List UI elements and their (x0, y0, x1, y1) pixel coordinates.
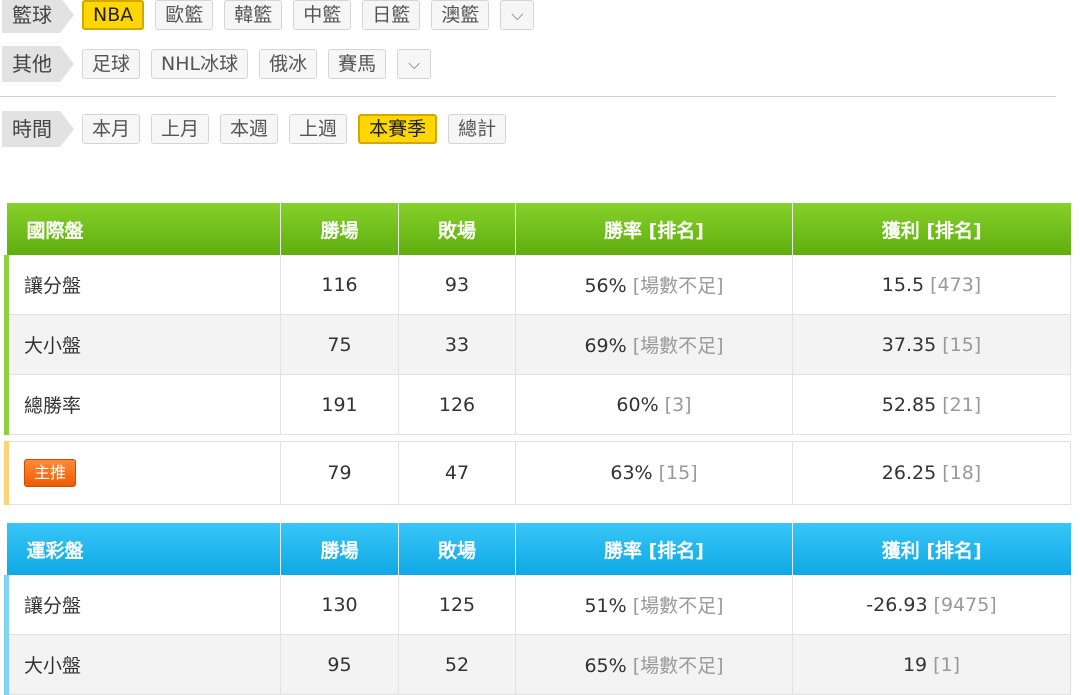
wins-cell: 116 (280, 255, 399, 315)
wins-cell: 95 (280, 634, 399, 695)
chip-total[interactable]: 總計 (448, 114, 507, 144)
win-rate-cell: 60% [3] (515, 374, 793, 435)
win-rate-cell: 51% [場數不足] (515, 575, 793, 635)
basketball-filter-row: 籃球 NBA 歐籃 韓籃 中籃 日籃 澳籃 ⌵ (0, 0, 545, 35)
row-label: 總勝率 (4, 374, 281, 435)
other-filter-row: 其他 足球 NHL冰球 俄冰 賽馬 ⌵ (0, 44, 442, 84)
chip-last-month[interactable]: 上月 (151, 114, 210, 144)
profit-cell: 52.85 [21] (792, 374, 1071, 435)
chip-this-month[interactable]: 本月 (82, 114, 141, 144)
header-win-rate: 勝率 [排名] (515, 203, 793, 255)
profit-cell: 19 [1] (792, 634, 1071, 695)
chip-korea-basketball[interactable]: 韓籃 (224, 0, 283, 30)
win-rate-cell: 69% [場數不足] (515, 314, 793, 375)
header-profit: 獲利 [排名] (792, 523, 1071, 575)
table-row: 讓分盤 130 125 51% [場數不足] -26.93 [9475] (4, 575, 1071, 635)
row-label: 大小盤 (4, 314, 281, 375)
header-wins: 勝場 (280, 203, 399, 255)
table-header: 國際盤 勝場 敗場 勝率 [排名] 獲利 [排名] (6, 203, 1071, 255)
profit-cell: -26.93 [9475] (792, 575, 1071, 635)
table-row: 大小盤 95 52 65% [場數不足] 19 [1] (4, 634, 1071, 695)
chip-last-week[interactable]: 上週 (289, 114, 348, 144)
chip-nba[interactable]: NBA (82, 0, 145, 30)
chip-australia-basketball[interactable]: 澳籃 (431, 0, 490, 30)
chip-nhl[interactable]: NHL冰球 (151, 49, 249, 79)
win-rate-cell: 63% [15] (515, 441, 793, 505)
header-market: 運彩盤 (6, 523, 281, 575)
wins-cell: 130 (280, 575, 399, 635)
category-label-basketball: 籃球 (2, 0, 74, 33)
losses-cell: 93 (398, 255, 516, 315)
row-label: 讓分盤 (4, 575, 281, 635)
header-losses: 敗場 (398, 203, 516, 255)
wins-cell: 79 (280, 441, 399, 505)
table-row: 總勝率 191 126 60% [3] 52.85 [21] (4, 374, 1071, 435)
row-label: 讓分盤 (4, 255, 281, 315)
row-label: 大小盤 (4, 634, 281, 695)
win-rate-cell: 65% [場數不足] (515, 634, 793, 695)
profit-cell: 15.5 [473] (792, 255, 1071, 315)
profit-cell: 37.35 [15] (792, 314, 1071, 375)
chip-soccer[interactable]: 足球 (82, 49, 141, 79)
header-win-rate: 勝率 [排名] (515, 523, 793, 575)
featured-row: 主推 79 47 63% [15] 26.25 [18] (4, 441, 1071, 505)
row-gap (6, 434, 1071, 442)
expand-other-button[interactable]: ⌵ (397, 49, 432, 79)
losses-cell: 125 (398, 575, 516, 635)
chip-this-season[interactable]: 本賽季 (358, 114, 438, 144)
expand-basketball-button[interactable]: ⌵ (500, 0, 535, 30)
chip-euro-basketball[interactable]: 歐籃 (155, 0, 214, 30)
header-market: 國際盤 (6, 203, 281, 255)
chip-china-basketball[interactable]: 中籃 (293, 0, 352, 30)
profit-cell: 26.25 [18] (792, 441, 1071, 505)
header-profit: 獲利 [排名] (792, 203, 1071, 255)
category-label-other: 其他 (2, 46, 74, 82)
losses-cell: 47 (398, 441, 516, 505)
chip-horse-racing[interactable]: 賽馬 (328, 49, 387, 79)
header-wins: 勝場 (280, 523, 399, 575)
time-filter-row: 時間 本月 上月 本週 上週 本賽季 總計 (0, 109, 517, 149)
losses-cell: 33 (398, 314, 516, 375)
chip-khl[interactable]: 俄冰 (259, 49, 318, 79)
category-label-time: 時間 (2, 111, 74, 147)
losses-cell: 52 (398, 634, 516, 695)
international-stats-table: 國際盤 勝場 敗場 勝率 [排名] 獲利 [排名] 讓分盤 116 93 56%… (4, 203, 1071, 505)
chip-this-week[interactable]: 本週 (220, 114, 279, 144)
wins-cell: 191 (280, 374, 399, 435)
win-rate-cell: 56% [場數不足] (515, 255, 793, 315)
lottery-stats-table: 運彩盤 勝場 敗場 勝率 [排名] 獲利 [排名] 讓分盤 130 125 51… (4, 523, 1071, 695)
featured-badge[interactable]: 主推 (24, 459, 77, 487)
featured-label-cell: 主推 (4, 441, 281, 505)
table-row: 讓分盤 116 93 56% [場數不足] 15.5 [473] (4, 255, 1071, 315)
losses-cell: 126 (398, 374, 516, 435)
table-header: 運彩盤 勝場 敗場 勝率 [排名] 獲利 [排名] (6, 523, 1071, 575)
header-losses: 敗場 (398, 523, 516, 575)
chip-japan-basketball[interactable]: 日籃 (362, 0, 421, 30)
chevron-down-icon: ⌵ (408, 54, 421, 73)
wins-cell: 75 (280, 314, 399, 375)
filter-divider (0, 96, 1056, 97)
chevron-down-icon: ⌵ (511, 5, 524, 24)
table-row: 大小盤 75 33 69% [場數不足] 37.35 [15] (4, 314, 1071, 375)
